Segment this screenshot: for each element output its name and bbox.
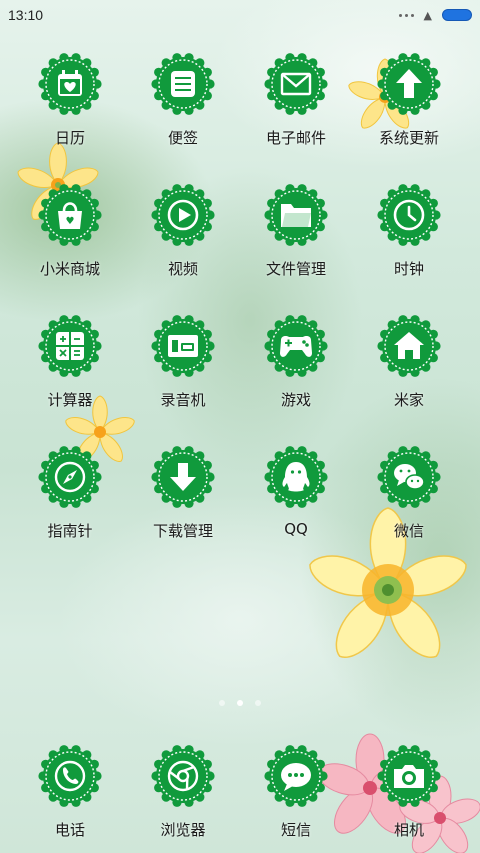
app-label: 浏览器: [160, 821, 206, 839]
page-dot[interactable]: [255, 700, 261, 706]
wechat-icon: [377, 445, 441, 509]
app-label: QQ: [284, 520, 308, 538]
app-label: 视频: [167, 260, 198, 278]
app-browser[interactable]: 浏览器: [133, 744, 233, 853]
app-calendar[interactable]: 日历: [20, 52, 120, 162]
page-dot-active[interactable]: [237, 700, 243, 706]
camera-icon: [377, 744, 441, 808]
app-label: 电话: [54, 821, 85, 839]
app-row: ♥ 小米商城 视频 文件管理 时钟: [0, 183, 480, 293]
app-gamepad[interactable]: 游戏: [246, 314, 346, 424]
email-icon: [264, 52, 328, 116]
app-play[interactable]: 视频: [133, 183, 233, 293]
recorder-icon: [151, 314, 215, 378]
app-label: 日历: [54, 129, 85, 147]
message-icon: [264, 744, 328, 808]
app-notes[interactable]: 便签: [133, 52, 233, 162]
app-clock[interactable]: 时钟: [359, 183, 459, 293]
app-label: 小米商城: [39, 260, 100, 278]
app-camera[interactable]: 相机: [359, 744, 459, 853]
app-label: 下载管理: [152, 522, 213, 540]
dock: 电话 浏览器 短信 相机: [0, 744, 480, 853]
phone-icon: [38, 744, 102, 808]
app-label: 米家: [393, 391, 424, 409]
app-row: 日历 便签 电子邮件 系统更新: [0, 52, 480, 162]
status-icons: ▲: [398, 8, 472, 22]
status-bar: 13:10 ▲: [0, 0, 480, 30]
app-label: 计算器: [47, 391, 93, 409]
notes-icon: [151, 52, 215, 116]
app-recorder[interactable]: 录音机: [133, 314, 233, 424]
app-label: 时钟: [393, 260, 424, 278]
app-folder[interactable]: 文件管理: [246, 183, 346, 293]
app-label: 相机: [393, 821, 424, 839]
app-home[interactable]: 米家: [359, 314, 459, 424]
folder-icon: [264, 183, 328, 247]
app-label: 录音机: [160, 391, 206, 409]
app-row: 计算器 录音机 游戏 米家: [0, 314, 480, 424]
qq-icon: [264, 445, 328, 509]
page-dot[interactable]: [219, 700, 225, 706]
battery-icon: [442, 9, 472, 21]
update-arrow-icon: [377, 52, 441, 116]
page-indicator[interactable]: [0, 700, 480, 706]
app-message[interactable]: 短信: [246, 744, 346, 853]
home-icon: [377, 314, 441, 378]
app-phone[interactable]: 电话: [20, 744, 120, 853]
app-compass[interactable]: 指南针: [20, 445, 120, 555]
calendar-icon: [38, 52, 102, 116]
app-email[interactable]: 电子邮件: [246, 52, 346, 162]
svg-text:♥: ♥: [66, 216, 75, 227]
gamepad-icon: [264, 314, 328, 378]
app-row: 指南针 下载管理 QQ 微信: [0, 445, 480, 555]
calculator-icon: [38, 314, 102, 378]
app-label: 短信: [280, 821, 311, 839]
browser-icon: [151, 744, 215, 808]
app-label: 游戏: [280, 391, 311, 409]
app-label: 指南针: [47, 522, 93, 540]
status-time: 13:10: [8, 7, 44, 23]
app-qq[interactable]: QQ: [246, 445, 346, 555]
download-icon: [151, 445, 215, 509]
play-icon: [151, 183, 215, 247]
app-label: 便签: [167, 129, 198, 147]
app-label: 系统更新: [378, 129, 439, 147]
clock-icon: [377, 183, 441, 247]
shopping-bag-icon: ♥: [38, 183, 102, 247]
app-label: 电子邮件: [265, 129, 326, 147]
wifi-icon: ▲: [423, 8, 432, 22]
app-wechat[interactable]: 微信: [359, 445, 459, 555]
app-calculator[interactable]: 计算器: [20, 314, 120, 424]
compass-icon: [38, 445, 102, 509]
app-label: 文件管理: [265, 260, 326, 278]
app-shopping-bag[interactable]: ♥ 小米商城: [20, 183, 120, 293]
app-update-arrow[interactable]: 系统更新: [359, 52, 459, 162]
app-download[interactable]: 下载管理: [133, 445, 233, 555]
more-dots-icon: [398, 13, 414, 17]
app-label: 微信: [393, 522, 424, 540]
